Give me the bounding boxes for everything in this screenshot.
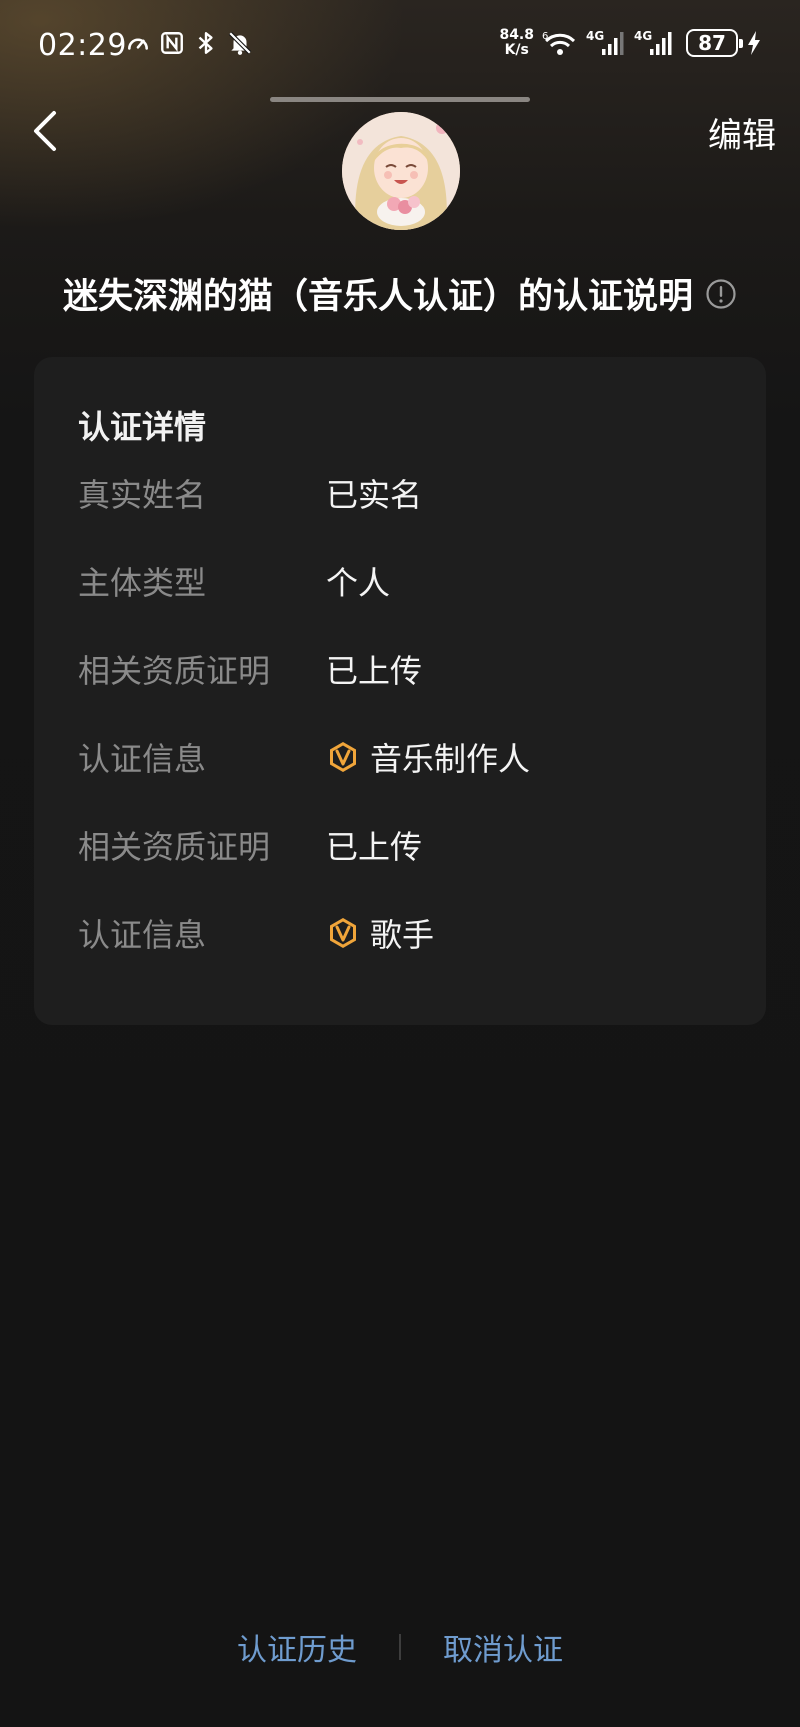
bluetooth-icon	[198, 32, 213, 54]
detail-row-qualification[interactable]: 相关资质证明 已上传	[78, 820, 718, 870]
footer-divider	[399, 1634, 401, 1660]
detail-value: 已实名	[326, 470, 422, 516]
title-row: 迷失深渊的猫（音乐人认证）的认证说明	[0, 268, 800, 319]
chevron-left-icon	[34, 111, 56, 151]
wifi-icon: 6	[542, 31, 576, 55]
edit-button[interactable]: 编辑	[708, 108, 776, 157]
page-title: 迷失深渊的猫（音乐人认证）的认证说明	[62, 277, 693, 317]
verified-v-badge-icon	[330, 742, 356, 772]
detail-label: 认证信息	[78, 916, 207, 954]
status-right-icons: 84.8 K/s 6 4G 4G 87	[499, 28, 762, 58]
detail-value-text: 歌手	[370, 916, 435, 954]
verification-history-link[interactable]: 认证历史	[237, 1625, 357, 1669]
footer-links: 认证历史 取消认证	[0, 1625, 800, 1669]
info-icon[interactable]	[705, 278, 737, 310]
battery-level: 87	[698, 31, 726, 55]
detail-label: 认证信息	[78, 740, 207, 778]
detail-label: 主体类型	[78, 564, 207, 602]
detail-value-text: 个人	[326, 564, 391, 602]
signal-1: 4G	[586, 29, 626, 57]
card-title: 认证详情	[78, 408, 207, 446]
network-speed-unit: K/s	[504, 42, 529, 58]
network-speed: 84.8 K/s	[499, 28, 534, 58]
status-left-icons	[125, 30, 253, 56]
verification-details-card: 认证详情 真实姓名 已实名 主体类型 个人 相关资质证明 已上传 认证信息 音乐…	[34, 357, 766, 1025]
speedometer-icon	[128, 38, 148, 50]
sheet-handle[interactable]	[270, 97, 530, 102]
detail-label: 相关资质证明	[78, 828, 271, 866]
avatar[interactable]	[342, 112, 460, 230]
detail-row-qualification[interactable]: 相关资质证明 已上传	[78, 644, 718, 694]
cancel-verification-link[interactable]: 取消认证	[443, 1625, 563, 1669]
detail-row-entity-type: 主体类型 个人	[78, 556, 718, 606]
detail-value-text: 已上传	[326, 652, 423, 690]
detail-label: 相关资质证明	[78, 652, 271, 690]
avatar-illustration	[342, 112, 460, 230]
signal-2: 4G	[634, 29, 678, 57]
status-time: 02:29	[38, 28, 127, 63]
detail-value: 个人	[326, 558, 390, 604]
network-speed-value: 84.8	[499, 27, 534, 43]
detail-value: 音乐制作人	[326, 734, 530, 780]
screen: 02:29 84.8 K/s 6 4G 4G 87 编辑 迷失深渊的猫（音乐人认…	[0, 0, 800, 1727]
detail-row-verification-info: 认证信息 歌手	[78, 908, 718, 958]
detail-value: 歌手	[326, 910, 434, 956]
charging-bolt-icon	[748, 31, 760, 55]
detail-row-verification-info: 认证信息 音乐制作人	[78, 732, 718, 782]
verified-v-badge-icon	[330, 918, 356, 948]
battery-indicator: 87	[686, 29, 743, 57]
detail-value: 已上传	[326, 822, 422, 868]
signal-bars-2-icon	[650, 32, 672, 55]
status-bar: 02:29 84.8 K/s 6 4G 4G 87	[0, 0, 800, 90]
detail-value-text: 音乐制作人	[370, 740, 531, 778]
signal-bars-1-icon	[602, 32, 624, 55]
detail-value: 已上传	[326, 646, 422, 692]
nfc-icon	[161, 32, 183, 54]
detail-value-text: 已上传	[326, 828, 423, 866]
detail-value-text: 已实名	[326, 476, 423, 514]
bell-muted-icon	[228, 31, 252, 55]
detail-label: 真实姓名	[78, 476, 207, 514]
back-button[interactable]	[22, 106, 66, 156]
detail-row-real-name: 真实姓名 已实名	[78, 468, 718, 518]
